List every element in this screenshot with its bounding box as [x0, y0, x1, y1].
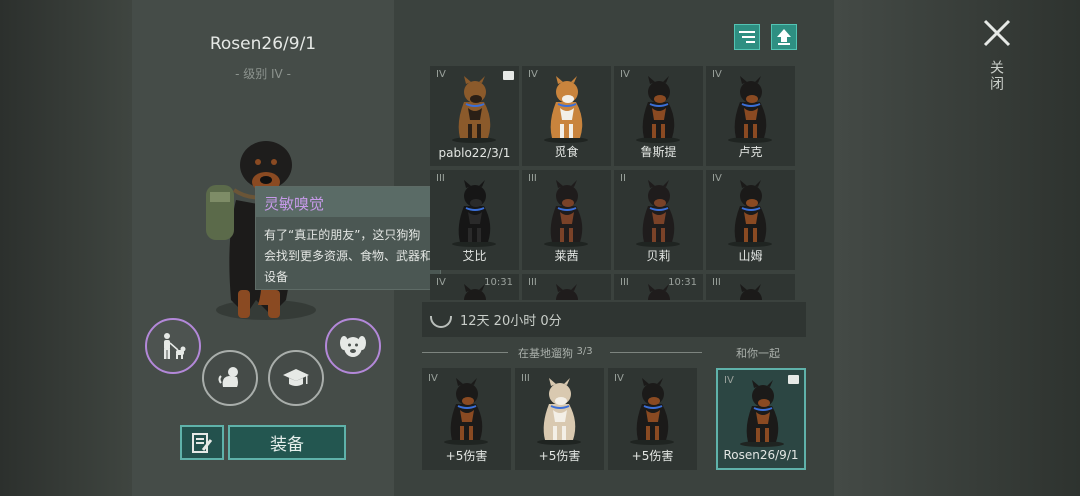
sort-icon — [739, 31, 755, 43]
close-label[interactable]: 关闭 — [986, 60, 1006, 92]
husky-dog-icon — [537, 378, 581, 445]
dog-card-name: 山姆 — [738, 249, 763, 263]
dog-card[interactable]: IV 鲁斯提 — [614, 66, 703, 166]
dog-card[interactable]: III 莱茜 — [522, 170, 611, 270]
dog-card-name: Rosen26/9/1 — [723, 448, 799, 462]
divider — [610, 352, 702, 353]
dog-card-name: pablo22/3/1 — [438, 146, 511, 160]
rottweiler-dog-icon — [740, 380, 784, 447]
tooltip-body: 有了“真正的朋友”，这只狗狗会找到更多资源、食物、武器和设备 — [264, 228, 433, 284]
dog-grid[interactable]: IV pablo22/3/1 IV 觅食 IV 鲁斯提 IV 卢克 III 艾比 III 莱茜 II 贝莉… — [430, 66, 800, 300]
rottweiler-dog-icon — [728, 76, 772, 143]
rottweiler-dog-icon — [630, 378, 674, 445]
with-you-label: 和你一起 — [736, 347, 780, 360]
dog-card-name: 鲁斯提 — [640, 145, 677, 159]
dog-card[interactable]: IV pablo22/3/1 — [430, 66, 519, 166]
doberman-dog-icon — [556, 284, 578, 300]
dog-card-name: +5伤害 — [445, 449, 488, 463]
walking-dog-card[interactable]: III +5伤害 — [515, 368, 604, 470]
graduation-cap-icon — [283, 369, 309, 386]
dog-card[interactable]: III — [706, 274, 795, 300]
dog-card[interactable]: IV 10:31 — [430, 274, 519, 300]
sort-button[interactable] — [734, 24, 760, 50]
rottweiler-dog-icon — [740, 284, 762, 300]
upload-button[interactable] — [771, 24, 797, 50]
upload-icon — [777, 29, 791, 45]
dog-card[interactable]: III 艾比 — [430, 170, 519, 270]
doberman-black-dog-icon — [452, 180, 496, 247]
rottweiler-dog-icon — [464, 284, 486, 300]
background-left — [0, 0, 132, 496]
walking-dog-card[interactable]: IV +5伤害 — [608, 368, 697, 470]
doberman-dog-icon — [544, 180, 588, 247]
storage-box-icon — [503, 71, 514, 80]
timer-text: 12天 20小时 0分 — [460, 314, 562, 329]
dog-card-name: 觅食 — [554, 145, 579, 159]
skill-tooltip: 灵敏嗅觉 有了“真正的朋友”，这只狗狗会找到更多资源、食物、武器和设备 — [255, 186, 441, 290]
dog-card-name: +5伤害 — [631, 449, 674, 463]
dog-card[interactable]: II 贝莉 — [614, 170, 703, 270]
walking-section-label: 在基地遛狗 3/3 — [518, 346, 593, 360]
divider — [422, 352, 508, 353]
rottweiler-dog-icon — [636, 76, 680, 143]
equip-button[interactable]: 装备 — [228, 425, 346, 460]
doberman-dog-icon — [636, 180, 680, 247]
companion-dog-card[interactable]: IV Rosen26/9/1 — [716, 368, 806, 470]
walk-timer: 12天 20小时 0分 — [422, 302, 806, 337]
dog-card[interactable]: III — [522, 274, 611, 300]
puppy-icon — [218, 367, 238, 387]
dog-card[interactable]: IV 山姆 — [706, 170, 795, 270]
dog-skill-button[interactable] — [325, 318, 381, 374]
background-right — [834, 0, 1080, 496]
training-button[interactable] — [268, 350, 324, 406]
walking-dog-card[interactable]: IV +5伤害 — [422, 368, 511, 470]
dog-card[interactable]: III 10:31 — [614, 274, 703, 300]
dog-card[interactable]: IV 卢克 — [706, 66, 795, 166]
rottweiler-dog-icon — [728, 180, 772, 247]
puppy-button[interactable] — [202, 350, 258, 406]
corgi-dog-icon — [544, 76, 588, 143]
dog-card-name: 卢克 — [738, 145, 763, 159]
dog-card[interactable]: IV 觅食 — [522, 66, 611, 166]
dog-card-name: 艾比 — [462, 249, 487, 263]
dog-name: Rosen26/9/1 — [209, 34, 317, 54]
close-icon[interactable] — [980, 16, 1014, 50]
notes-button[interactable] — [180, 425, 224, 460]
notes-icon — [192, 432, 213, 453]
tooltip-title: 灵敏嗅觉 — [256, 187, 440, 217]
walk-with-dog-button[interactable] — [145, 318, 201, 374]
dog-level: - 级别 IV - — [235, 67, 291, 81]
dog-card-name: 莱茜 — [554, 249, 579, 263]
walk-with-dog-icon — [164, 333, 186, 359]
dog-card-name: 贝莉 — [646, 249, 671, 263]
dog-card-name: +5伤害 — [538, 449, 581, 463]
walking-count: 3/3 — [576, 346, 593, 357]
dog-level-label: II — [620, 173, 626, 184]
shepherd-dog-icon — [452, 76, 496, 143]
dog-face-icon — [340, 336, 366, 357]
doberman-dog-icon — [648, 284, 670, 300]
bowl-icon — [430, 315, 452, 328]
rottweiler-dog-icon — [444, 378, 488, 445]
